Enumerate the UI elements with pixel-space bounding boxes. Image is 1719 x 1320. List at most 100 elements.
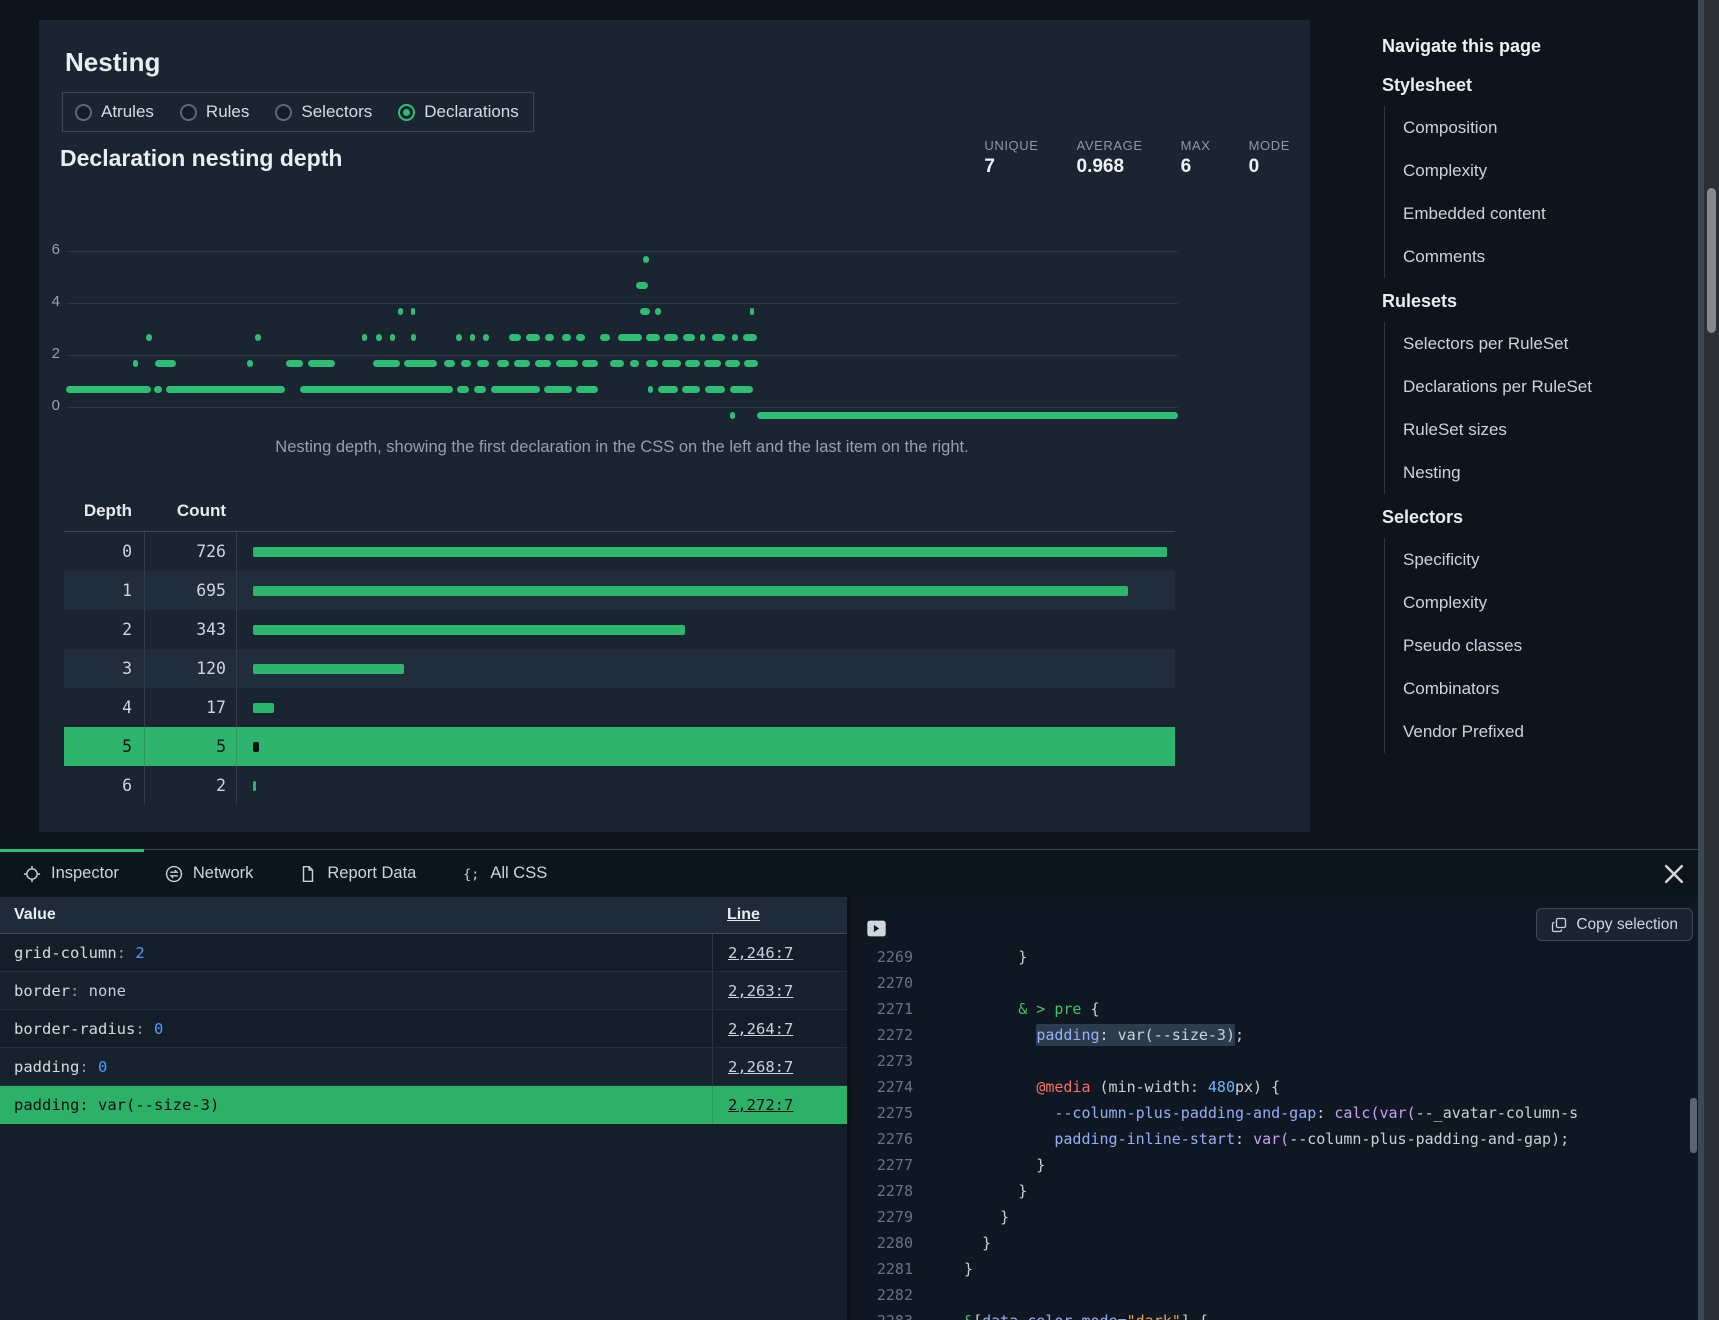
chart-point-depth-3 — [712, 334, 725, 341]
value-table-row[interactable]: grid-column: 22,246:7 — [0, 934, 847, 972]
chart-point-depth-2 — [514, 360, 530, 367]
code-scrollbar-thumb[interactable] — [1690, 1098, 1697, 1153]
css-property-name: grid-column — [14, 944, 117, 962]
code-line: 2280 } — [851, 1230, 1719, 1256]
code-text: --column-plus-padding-and-gap: calc(var(… — [913, 1104, 1578, 1122]
sidebar-section-selectors[interactable]: Selectors — [1382, 507, 1698, 528]
stat-max: MAX 6 — [1181, 138, 1211, 178]
line-number: 2276 — [851, 1130, 913, 1148]
y-axis-tick-label: 0 — [36, 397, 60, 414]
file-icon — [299, 865, 317, 883]
declaration-value-cell: padding: 0 — [0, 1058, 712, 1076]
close-panel-button[interactable] — [1663, 863, 1685, 885]
depth-table-row[interactable]: 55 — [64, 727, 1175, 766]
stat-value: 6 — [1181, 156, 1211, 178]
value-table-row[interactable]: padding: 0 2,268:7 — [0, 1048, 847, 1086]
chart-point-depth-5 — [636, 282, 647, 289]
chart-point-depth-4 — [750, 308, 754, 315]
sidebar-item-declarations-per-ruleset[interactable]: Declarations per RuleSet — [1403, 365, 1698, 408]
line-cell: 2,272:7 — [712, 1086, 847, 1123]
line-number: 2273 — [851, 1052, 913, 1070]
declaration-value-cell: border: none — [0, 982, 712, 1000]
chart-point-depth-3 — [411, 334, 417, 341]
radio-option-selectors[interactable]: Selectors — [275, 102, 372, 122]
radio-option-rules[interactable]: Rules — [180, 102, 249, 122]
line-link[interactable]: 2,272:7 — [728, 1096, 793, 1114]
line-link[interactable]: 2,246:7 — [728, 944, 793, 962]
radio-option-atrules[interactable]: Atrules — [75, 102, 154, 122]
stat-unique: UNIQUE7 — [984, 138, 1038, 178]
code-line: 2278 } — [851, 1178, 1719, 1204]
nesting-depth-scatter-chart: 6420 — [66, 240, 1178, 435]
tab-report-data[interactable]: Report Data — [276, 850, 439, 897]
depth-table-row[interactable]: 62 — [64, 766, 1175, 805]
sidebar-item-nesting[interactable]: Nesting — [1403, 451, 1698, 494]
page-scrollbar-thumb[interactable] — [1707, 188, 1716, 333]
code-text: padding-inline-start: var(--column-plus-… — [913, 1130, 1569, 1148]
line-link[interactable]: 2,263:7 — [728, 982, 793, 1000]
colon: : — [79, 1058, 98, 1076]
chart-gridline-4: 4 — [66, 303, 1178, 304]
sidebar-item-composition[interactable]: Composition — [1403, 106, 1698, 149]
tab-all-css[interactable]: {;}All CSS — [439, 850, 570, 897]
value-table-row[interactable]: border-radius: 02,264:7 — [0, 1010, 847, 1048]
sidebar-item-specificity[interactable]: Specificity — [1403, 538, 1698, 581]
value-table-row[interactable]: border: none 2,263:7 — [0, 972, 847, 1010]
copy-icon — [1551, 917, 1567, 933]
depth-table-row[interactable]: 2343 — [64, 610, 1175, 649]
sidebar-item-complexity[interactable]: Complexity — [1403, 581, 1698, 624]
sidebar-item-comments[interactable]: Comments — [1403, 235, 1698, 278]
copy-selection-button[interactable]: Copy selection — [1536, 908, 1693, 941]
chart-point-depth-2 — [610, 360, 624, 367]
code-line: 2275 --column-plus-padding-and-gap: calc… — [851, 1100, 1719, 1126]
value-table-row[interactable]: padding: var(--size-3)2,272:7 — [0, 1086, 847, 1124]
count-bar — [253, 781, 256, 791]
stat-label: MAX — [1181, 138, 1211, 153]
sidebar-item-combinators[interactable]: Combinators — [1403, 667, 1698, 710]
depth-table-row[interactable]: 1695 — [64, 571, 1175, 610]
copy-selection-label: Copy selection — [1576, 916, 1678, 934]
active-tab-indicator — [0, 849, 144, 852]
chart-caption: Nesting depth, showing the first declara… — [66, 438, 1178, 457]
count-bar-cell — [236, 610, 1175, 649]
sidebar-item-selectors-per-ruleset[interactable]: Selectors per RuleSet — [1403, 322, 1698, 365]
stat-label: UNIQUE — [984, 138, 1038, 153]
chart-stats: UNIQUE7AVERAGE0.968MAX6MODE0 — [984, 138, 1290, 178]
radio-dot — [180, 104, 197, 121]
chart-point-depth-2 — [477, 360, 488, 367]
depth-table-row[interactable]: 417 — [64, 688, 1175, 727]
radio-dot — [398, 104, 415, 121]
page-scrollbar[interactable] — [1704, 0, 1719, 1320]
sidebar-item-vendor-prefixed[interactable]: Vendor Prefixed — [1403, 710, 1698, 753]
sidebar-item-embedded-content[interactable]: Embedded content — [1403, 192, 1698, 235]
colon: : — [135, 1020, 154, 1038]
chart-title: Declaration nesting depth — [60, 145, 342, 172]
chart-point-depth-3 — [255, 334, 261, 341]
colon: : — [79, 1096, 98, 1114]
sidebar-item-complexity[interactable]: Complexity — [1403, 149, 1698, 192]
chart-point-depth-3 — [743, 334, 756, 341]
line-link[interactable]: 2,268:7 — [728, 1058, 793, 1076]
collapse-pane-button[interactable] — [866, 918, 887, 939]
depth-table-row[interactable]: 0726 — [64, 532, 1175, 571]
sidebar-section-list: Selectors per RuleSetDeclarations per Ru… — [1384, 322, 1698, 494]
sidebar-item-pseudo-classes[interactable]: Pseudo classes — [1403, 624, 1698, 667]
inspector-panel: InspectorNetworkReport Data{;}All CSS Va… — [0, 849, 1719, 1320]
tab-inspector[interactable]: Inspector — [0, 850, 142, 897]
sidebar-section-rulesets[interactable]: Rulesets — [1382, 291, 1698, 312]
count-cell: 695 — [144, 571, 236, 610]
stat-label: AVERAGE — [1077, 138, 1143, 153]
css-code-view[interactable]: 2269 }22702271 & > pre {2272 padding: va… — [851, 944, 1719, 1320]
line-column-header[interactable]: Line — [712, 906, 760, 924]
chart-point-depth-2 — [535, 360, 551, 367]
depth-table-row[interactable]: 3120 — [64, 649, 1175, 688]
depth-cell: 1 — [64, 581, 144, 600]
chart-point-depth-2 — [155, 360, 176, 367]
line-link[interactable]: 2,264:7 — [728, 1020, 793, 1038]
tab-network[interactable]: Network — [142, 850, 277, 897]
sidebar-section-stylesheet[interactable]: Stylesheet — [1382, 75, 1698, 96]
radio-option-declarations[interactable]: Declarations — [398, 102, 519, 122]
chart-point-depth-3 — [576, 334, 585, 341]
sidebar-item-ruleset-sizes[interactable]: RuleSet sizes — [1403, 408, 1698, 451]
count-value: 120 — [196, 659, 226, 678]
